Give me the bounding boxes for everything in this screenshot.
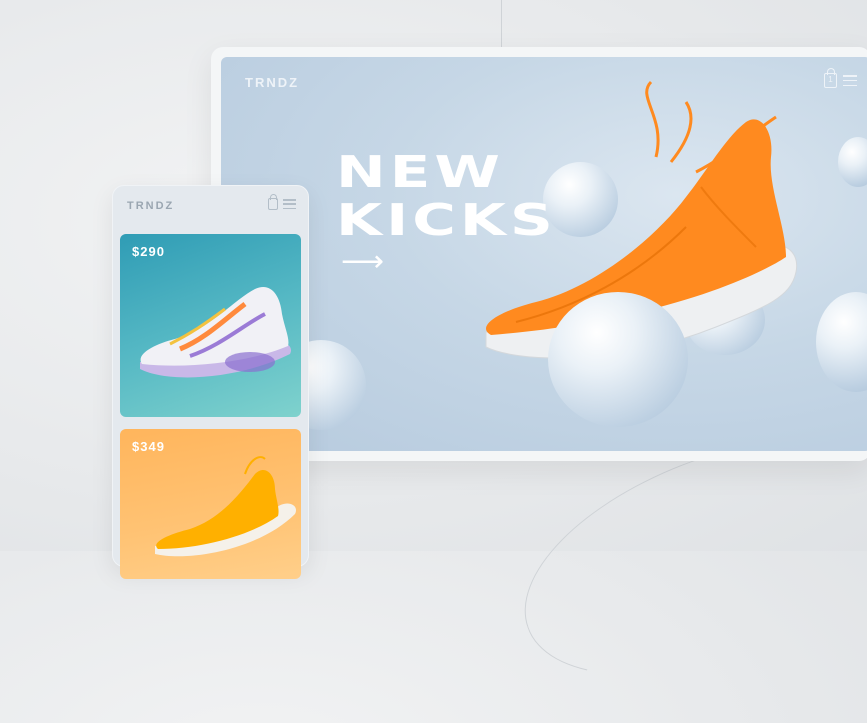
brand-logo[interactable]: TRNDZ <box>245 75 299 90</box>
sphere-decoration <box>548 292 688 427</box>
hamburger-menu-icon[interactable] <box>283 199 296 209</box>
product-card[interactable]: $290 <box>120 234 301 417</box>
header-icons: 1 <box>824 68 857 88</box>
background-line <box>501 0 502 48</box>
shopping-bag-icon[interactable] <box>268 194 278 210</box>
product-price: $349 <box>132 439 165 454</box>
cart-count: 1 <box>828 75 833 84</box>
sphere-decoration <box>816 292 867 392</box>
product-card[interactable]: $349 <box>120 429 301 579</box>
hero-headline: NEW KICKS <box>336 149 557 245</box>
headline-line-2: KICKS <box>336 195 557 246</box>
white-sneaker-image <box>140 286 291 378</box>
shopping-bag-icon[interactable]: 1 <box>824 68 837 88</box>
product-price: $290 <box>132 244 165 259</box>
desktop-hero: TRNDZ 1 NEW KICKS ⟶ <box>221 57 867 451</box>
mobile-mockup: TRNDZ $290 $349 <box>112 185 309 579</box>
hamburger-menu-icon[interactable] <box>843 75 857 86</box>
brand-logo[interactable]: TRNDZ <box>127 200 174 212</box>
desktop-mockup: TRNDZ 1 NEW KICKS ⟶ <box>211 47 867 461</box>
header-icons <box>268 194 296 210</box>
sphere-decoration <box>838 137 867 187</box>
headline-line-1: NEW <box>336 147 504 198</box>
arrow-right-icon[interactable]: ⟶ <box>341 247 384 277</box>
yellow-sneaker-image <box>155 456 296 557</box>
